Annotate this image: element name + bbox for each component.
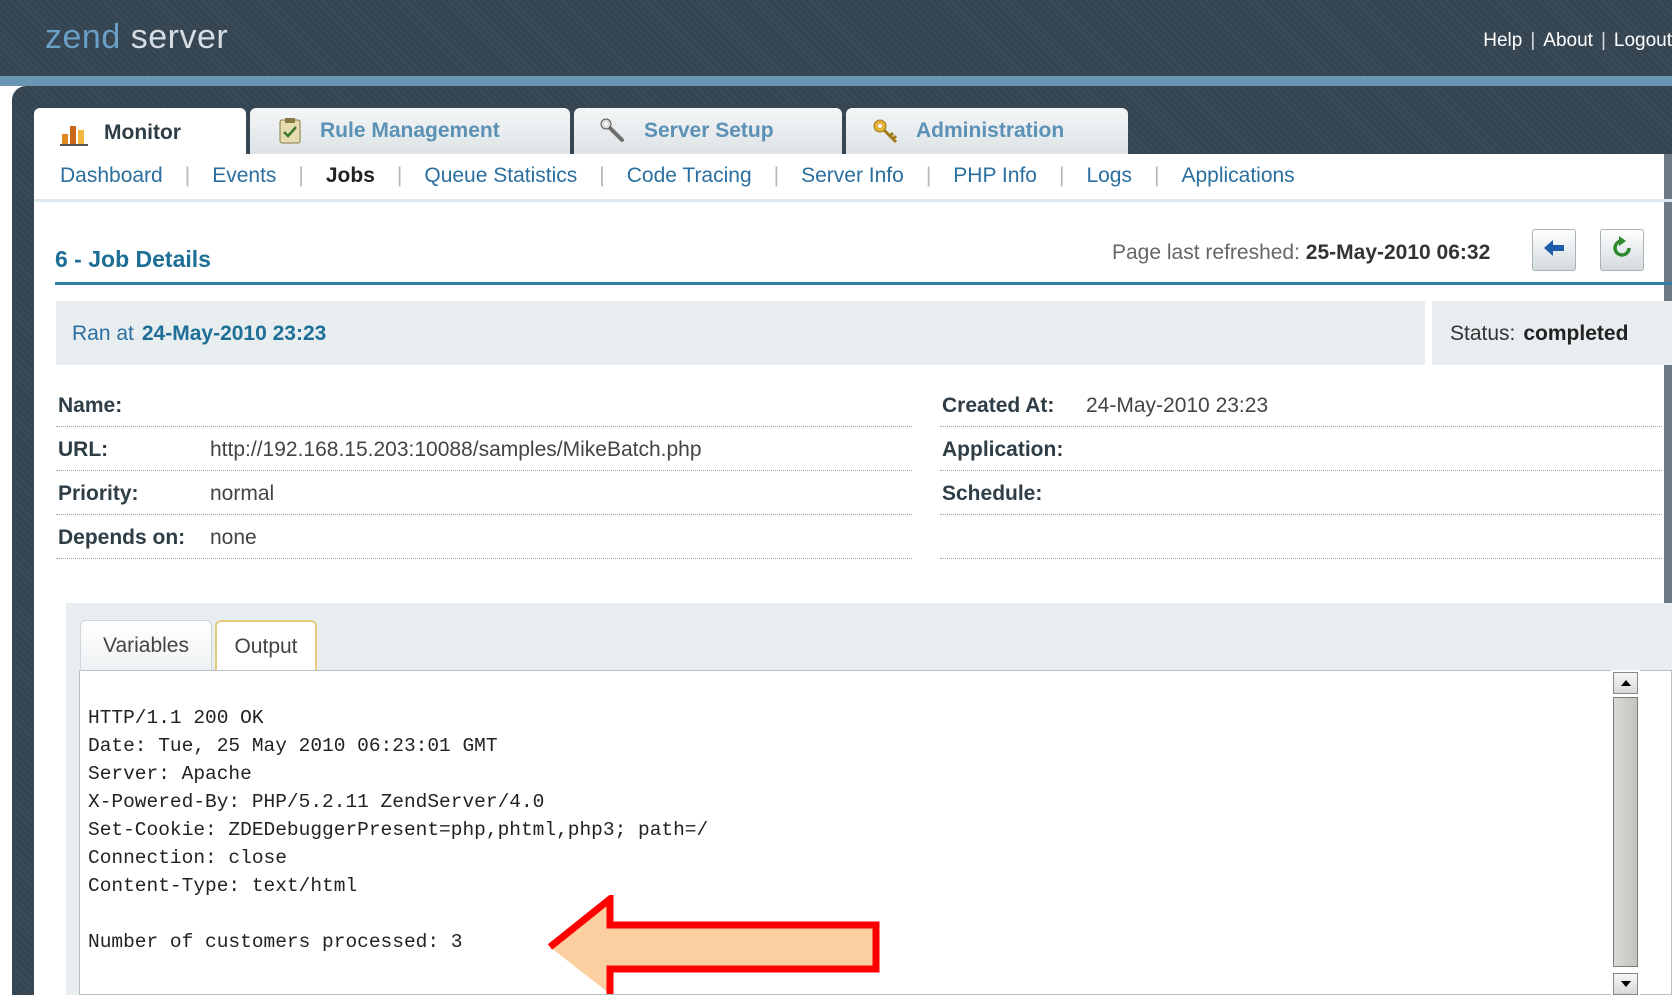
triangle-up-icon	[1620, 680, 1631, 686]
page-title: 6 - Job Details	[55, 246, 211, 272]
key-icon	[872, 118, 900, 144]
clipboard-icon	[276, 118, 304, 144]
title-divider	[55, 282, 1672, 285]
status-value: completed	[1523, 322, 1629, 345]
annotation-arrow-icon	[547, 895, 880, 994]
subnav-applications[interactable]: Applications	[1181, 164, 1294, 187]
top-links: Help | About | Logout	[1483, 30, 1672, 51]
refresh-button[interactable]	[1600, 229, 1644, 271]
zend-server-logo[interactable]: zend server	[45, 18, 228, 57]
arrow-left-icon	[1541, 237, 1567, 264]
ran-at-label: Ran at	[72, 322, 134, 345]
detail-row-empty	[940, 514, 1662, 559]
header-band	[0, 76, 1672, 86]
subnav: Dashboard | Events | Jobs | Queue Statistics | C…	[60, 164, 1295, 187]
subnav-queue-statistics[interactable]: Queue Statistics	[424, 164, 577, 187]
subnav-code-tracing[interactable]: Code Tracing	[627, 164, 752, 187]
ran-at-value: 24-May-2010 23:23	[141, 322, 327, 345]
detail-row-name: Name:	[56, 382, 912, 427]
logout-link[interactable]: Logout	[1614, 30, 1672, 51]
ran-at-bar: Ran at 24-May-2010 23:23	[56, 301, 1425, 365]
triangle-down-icon	[1620, 981, 1631, 987]
wrench-icon	[600, 118, 628, 144]
about-link[interactable]: About	[1543, 30, 1593, 51]
detail-row-priority: Priority: normal	[56, 470, 912, 515]
help-link[interactable]: Help	[1483, 30, 1522, 51]
detail-row-depends-on: Depends on: none	[56, 514, 912, 559]
subnav-logs[interactable]: Logs	[1086, 164, 1132, 187]
status-label: Status:	[1450, 322, 1516, 345]
tab-variables[interactable]: Variables	[80, 620, 212, 671]
tab-monitor[interactable]: Monitor	[34, 108, 246, 158]
subnav-events[interactable]: Events	[212, 164, 276, 187]
subnav-jobs[interactable]: Jobs	[326, 164, 375, 187]
last-refreshed: Page last refreshed: 25-May-2010 06:32	[1112, 241, 1491, 264]
refresh-icon	[1609, 235, 1635, 265]
subnav-php-info[interactable]: PHP Info	[953, 164, 1037, 187]
back-button[interactable]	[1532, 229, 1576, 271]
detail-row-schedule: Schedule:	[940, 470, 1662, 515]
scroll-thumb[interactable]	[1613, 697, 1638, 967]
tab-server-setup[interactable]: Server Setup	[574, 108, 842, 154]
subnav-dashboard[interactable]: Dashboard	[60, 164, 163, 187]
subnav-divider	[34, 199, 1672, 202]
bar-chart-icon	[60, 120, 88, 146]
detail-row-url: URL: http://192.168.15.203:10088/samples…	[56, 426, 912, 471]
app-header: zend server Help | About | Logout	[0, 0, 1672, 76]
tab-administration[interactable]: Administration	[846, 108, 1128, 154]
status-bar: Status: completed	[1432, 301, 1672, 365]
tab-rule-management[interactable]: Rule Management	[250, 108, 570, 154]
subnav-server-info[interactable]: Server Info	[801, 164, 904, 187]
output-scrollbar[interactable]	[1611, 670, 1640, 995]
scroll-up-button[interactable]	[1613, 672, 1638, 694]
scroll-down-button[interactable]	[1613, 973, 1638, 995]
tab-output[interactable]: Output	[215, 620, 317, 671]
detail-row-created-at: Created At: 24-May-2010 23:23	[940, 382, 1662, 427]
detail-row-application: Application:	[940, 426, 1662, 471]
